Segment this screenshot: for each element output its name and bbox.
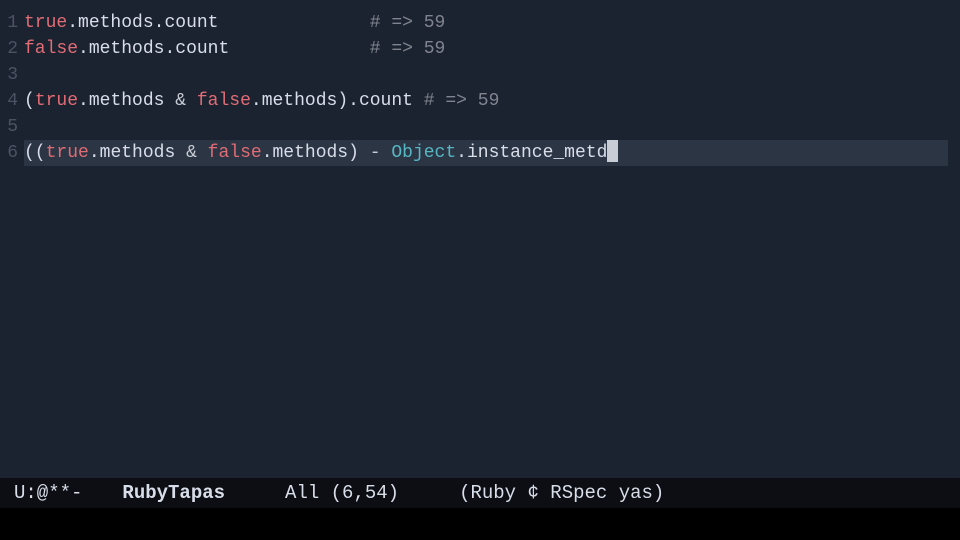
line-number: 2	[0, 36, 18, 62]
code-line[interactable]: true.methods.count # => 59	[24, 10, 960, 36]
line-number: 6	[0, 140, 18, 166]
code-area[interactable]: true.methods.count # => 59 false.methods…	[24, 10, 960, 475]
comment: # => 59	[370, 39, 446, 59]
keyword-true: true	[24, 13, 67, 33]
modeline-status: U:@**-	[14, 478, 82, 508]
keyword-false: false	[208, 143, 262, 163]
code-line[interactable]	[24, 114, 960, 140]
code-line[interactable]: false.methods.count # => 59	[24, 36, 960, 62]
line-number-gutter: 1 2 3 4 5 6	[0, 10, 24, 475]
keyword-false: false	[197, 91, 251, 111]
comment: # => 59	[424, 91, 500, 111]
code-line[interactable]: (true.methods & false.methods).count # =…	[24, 88, 960, 114]
keyword-false: false	[24, 39, 78, 59]
keyword-true: true	[35, 91, 78, 111]
keyword-true: true	[46, 143, 89, 163]
line-number: 1	[0, 10, 18, 36]
line-number: 5	[0, 114, 18, 140]
code-line[interactable]	[24, 62, 960, 88]
editor-area[interactable]: 1 2 3 4 5 6 true.methods.count # => 59 f…	[0, 0, 960, 475]
mode-line: U:@**- RubyTapas All (6,54) (Ruby ¢ RSpe…	[0, 478, 960, 508]
line-number: 3	[0, 62, 18, 88]
buffer-name: RubyTapas	[122, 478, 225, 508]
cursor-position: All (6,54)	[285, 478, 399, 508]
code-line-current[interactable]: ((true.methods & false.methods) - Object…	[24, 140, 948, 166]
major-modes: (Ruby ¢ RSpec yas)	[459, 478, 664, 508]
text-cursor	[607, 140, 618, 162]
minibuffer[interactable]	[0, 508, 960, 540]
line-number: 4	[0, 88, 18, 114]
constant: Object	[391, 143, 456, 163]
comment: # => 59	[370, 13, 446, 33]
